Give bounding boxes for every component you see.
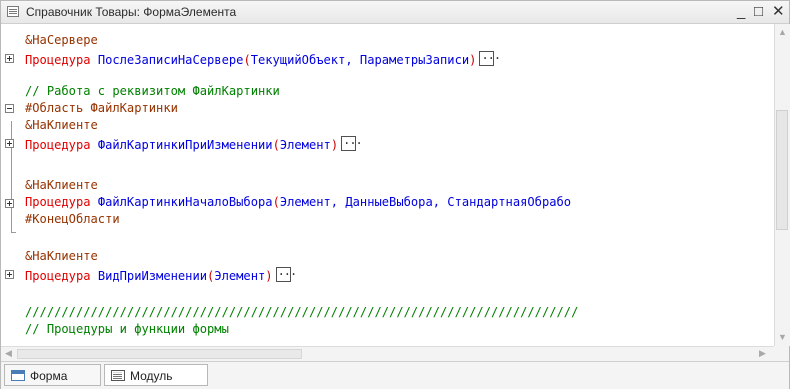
tab-label: Модуль [130,369,173,383]
horizontal-scroll-thumb[interactable] [17,349,302,359]
code-line[interactable]: &НаКлиенте [25,117,98,134]
paren: ) [469,53,477,67]
comment: // Процедуры и функции формы [25,322,229,336]
fold-gutter [1,24,20,346]
parameters: Элемент, ДанныеВыбора, СтандартнаяОбрабо [279,195,572,209]
fold-collapse-icon[interactable] [5,104,14,113]
parameters: Элемент [279,138,331,152]
window-title: Справочник Товары: ФормаЭлемента [26,5,237,19]
directive: &НаКлиенте [25,178,98,192]
scroll-corner [774,346,789,361]
scroll-down-arrow-icon[interactable]: ▼ [778,332,787,342]
scroll-right-arrow-icon[interactable]: ▶ [759,348,766,359]
directive: &НаСервере [25,33,98,47]
comment: // Работа с реквизитом ФайлКартинки [25,84,280,98]
code-line[interactable]: &НаКлиенте [25,177,98,194]
region-fold-end [11,232,16,233]
paren: ( [272,138,280,152]
region-fold-line [11,121,12,233]
title-bar[interactable]: Справочник Товары: ФормаЭлемента _ □ ✕ [1,1,789,24]
procedure-name: ПослеЗаписиНаСервере [97,53,244,67]
collapsed-block-ellipsis-icon[interactable] [341,132,362,151]
region-start: #Область ФайлКартинки [25,101,178,115]
comment-separator: ////////////////////////////////////////… [25,305,579,319]
paren: ) [330,138,339,152]
paren: ( [243,53,251,67]
fold-expand-icon[interactable] [5,270,14,279]
code-line[interactable]: Процедура ФайлКартинкиНачалоВыбора(Элеме… [25,194,571,211]
code-line[interactable]: // Работа с реквизитом ФайлКартинки [25,83,280,100]
keyword: Процедура [25,269,91,283]
tab-module[interactable]: Модуль [104,364,208,386]
code-line[interactable]: ////////////////////////////////////////… [25,304,578,321]
keyword: Процедура [25,53,91,67]
code-line[interactable]: &НаКлиенте [25,248,98,265]
scroll-left-arrow-icon[interactable]: ◀ [5,348,12,359]
tab-form[interactable]: Форма [4,364,101,386]
directive: &НаКлиенте [25,249,98,263]
vertical-scrollbar[interactable]: ▲ ▼ [774,24,790,346]
module-icon [111,370,125,381]
form-module-icon [7,6,19,17]
parameters: Элемент [214,269,266,283]
fold-expand-icon[interactable] [5,139,14,148]
tab-label: Форма [30,369,68,383]
code-line[interactable]: #Область ФайлКартинки [25,100,178,117]
collapsed-block-ellipsis-icon[interactable] [275,263,296,282]
code-line[interactable]: // Процедуры и функции формы [25,321,229,338]
code-editor[interactable]: &НаСервере Процедура ПослеЗаписиНаСервер… [1,24,774,346]
maximize-button[interactable]: □ [754,3,763,21]
form-icon [11,370,25,381]
code-line[interactable]: Процедура ВидПриИзменении(Элемент) [25,263,296,283]
procedure-name: ВидПриИзменении [97,269,208,283]
paren: ( [272,195,280,209]
paren: ) [265,269,273,283]
procedure-name: ФайлКартинкиПриИзменении [97,138,273,152]
vertical-scroll-thumb[interactable] [776,110,788,230]
parameters: ТекущийОбъект, ПараметрыЗаписи [250,53,470,67]
code-line[interactable]: Процедура ФайлКартинкиПриИзменении(Элеме… [25,132,362,152]
scroll-up-arrow-icon[interactable]: ▲ [778,27,787,37]
keyword: Процедура [25,138,91,152]
code-line[interactable]: Процедура ПослеЗаписиНаСервере(ТекущийОб… [25,47,500,67]
close-button[interactable]: ✕ [772,3,785,21]
code-line[interactable]: &НаСервере [25,32,98,49]
horizontal-scrollbar[interactable]: ◀ ▶ [1,346,774,361]
bottom-tab-bar: Форма Модуль [1,361,789,389]
code-line[interactable]: #КонецОбласти [25,211,120,228]
procedure-name: ФайлКартинкиНачалоВыбора [97,195,273,209]
fold-expand-icon[interactable] [5,54,14,63]
minimize-button[interactable]: _ [737,3,745,21]
module-editor-window: Справочник Товары: ФормаЭлемента _ □ ✕ &… [0,0,790,389]
collapsed-block-ellipsis-icon[interactable] [479,47,500,66]
keyword: Процедура [25,195,91,209]
fold-expand-icon[interactable] [5,199,14,208]
directive: &НаКлиенте [25,118,98,132]
region-end: #КонецОбласти [25,212,120,226]
